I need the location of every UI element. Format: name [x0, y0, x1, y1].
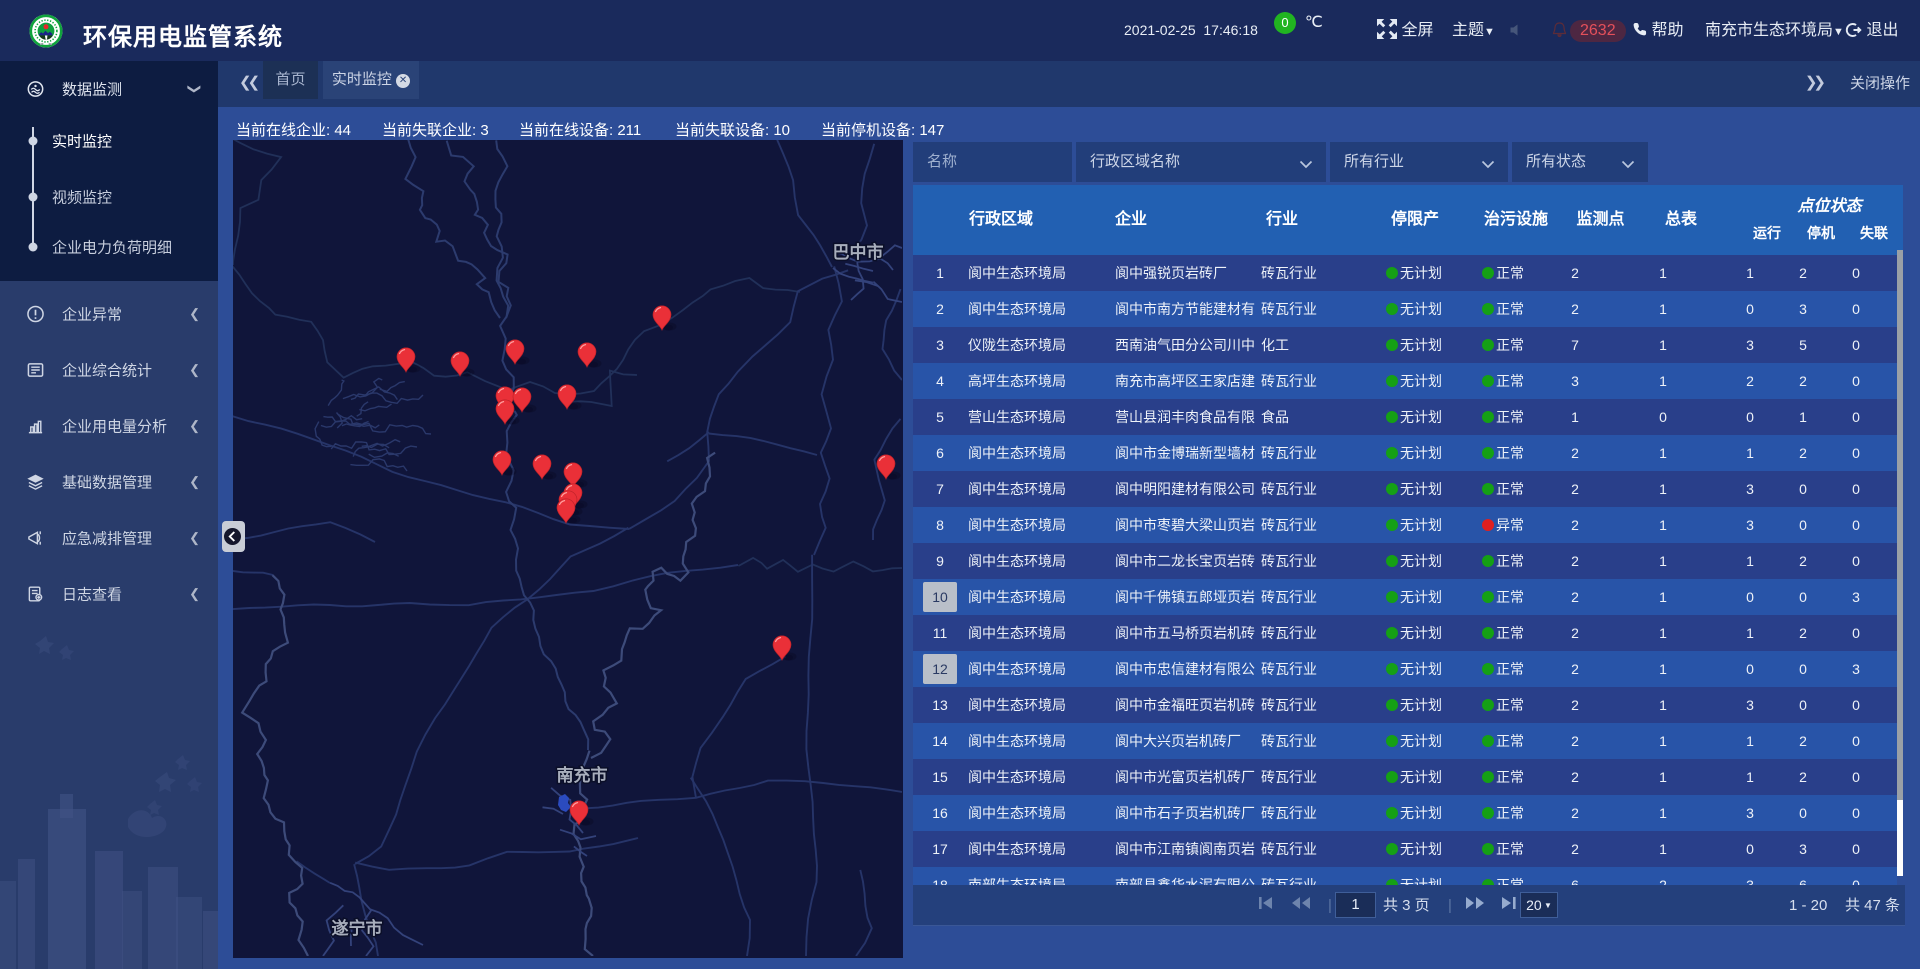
svg-text:巴中市: 巴中市 [833, 242, 884, 262]
svg-text:南充市: 南充市 [557, 765, 608, 785]
svg-text:遂宁市: 遂宁市 [332, 918, 383, 938]
